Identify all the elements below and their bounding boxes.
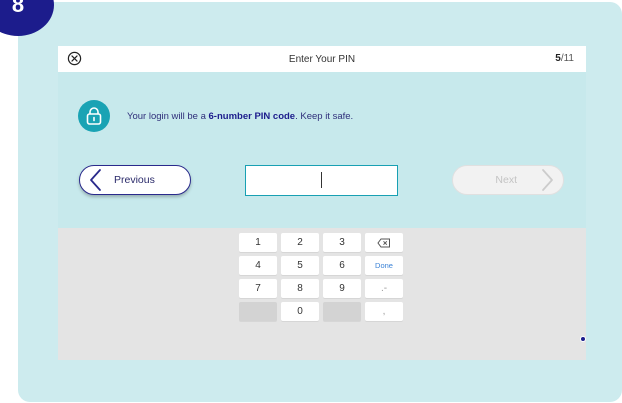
key-6[interactable]: 6 <box>323 256 361 275</box>
key-blank-left <box>239 302 277 321</box>
key-blank-right <box>323 302 361 321</box>
key-5[interactable]: 5 <box>281 256 319 275</box>
key-3[interactable]: 3 <box>323 233 361 252</box>
next-label: Next <box>495 174 517 186</box>
step-total: /11 <box>560 53 574 64</box>
info-text: Your login will be a 6-number PIN code. … <box>127 111 353 122</box>
info-text-strong: 6-number PIN code <box>208 110 296 122</box>
key-2[interactable]: 2 <box>281 233 319 252</box>
previous-button[interactable]: Previous <box>79 165 191 195</box>
key-dot-dash[interactable]: .- <box>365 279 403 298</box>
page-title: Enter Your PIN <box>288 53 356 65</box>
chevron-right-icon <box>542 169 553 191</box>
info-text-before: Your login will be a <box>127 110 209 122</box>
text-caret <box>321 172 322 188</box>
handle-dot <box>580 336 586 342</box>
top-bar: Enter Your PIN 5/11 <box>58 46 586 72</box>
chevron-left-icon <box>90 169 101 191</box>
info-text-after: . Keep it safe. <box>295 110 354 122</box>
next-button[interactable]: Next <box>452 165 564 195</box>
key-comma[interactable]: , <box>365 302 403 321</box>
lock-icon <box>78 100 110 132</box>
info-row: Your login will be a 6-number PIN code. … <box>78 100 353 132</box>
key-7[interactable]: 7 <box>239 279 277 298</box>
pin-screen: Enter Your PIN 5/11 Your login will be a… <box>58 46 586 360</box>
previous-label: Previous <box>114 174 155 186</box>
key-backspace[interactable] <box>365 233 403 252</box>
key-0[interactable]: 0 <box>281 302 319 321</box>
step-counter: 5/11 <box>555 53 574 64</box>
key-done[interactable]: Done <box>365 256 403 275</box>
key-1[interactable]: 1 <box>239 233 277 252</box>
numeric-keyboard: 1 2 3 4 5 6 Done 7 8 9 .- 0 , <box>58 228 586 360</box>
close-circle-icon[interactable] <box>67 51 82 66</box>
key-4[interactable]: 4 <box>239 256 277 275</box>
backspace-icon <box>377 238 390 247</box>
key-8[interactable]: 8 <box>281 279 319 298</box>
key-9[interactable]: 9 <box>323 279 361 298</box>
